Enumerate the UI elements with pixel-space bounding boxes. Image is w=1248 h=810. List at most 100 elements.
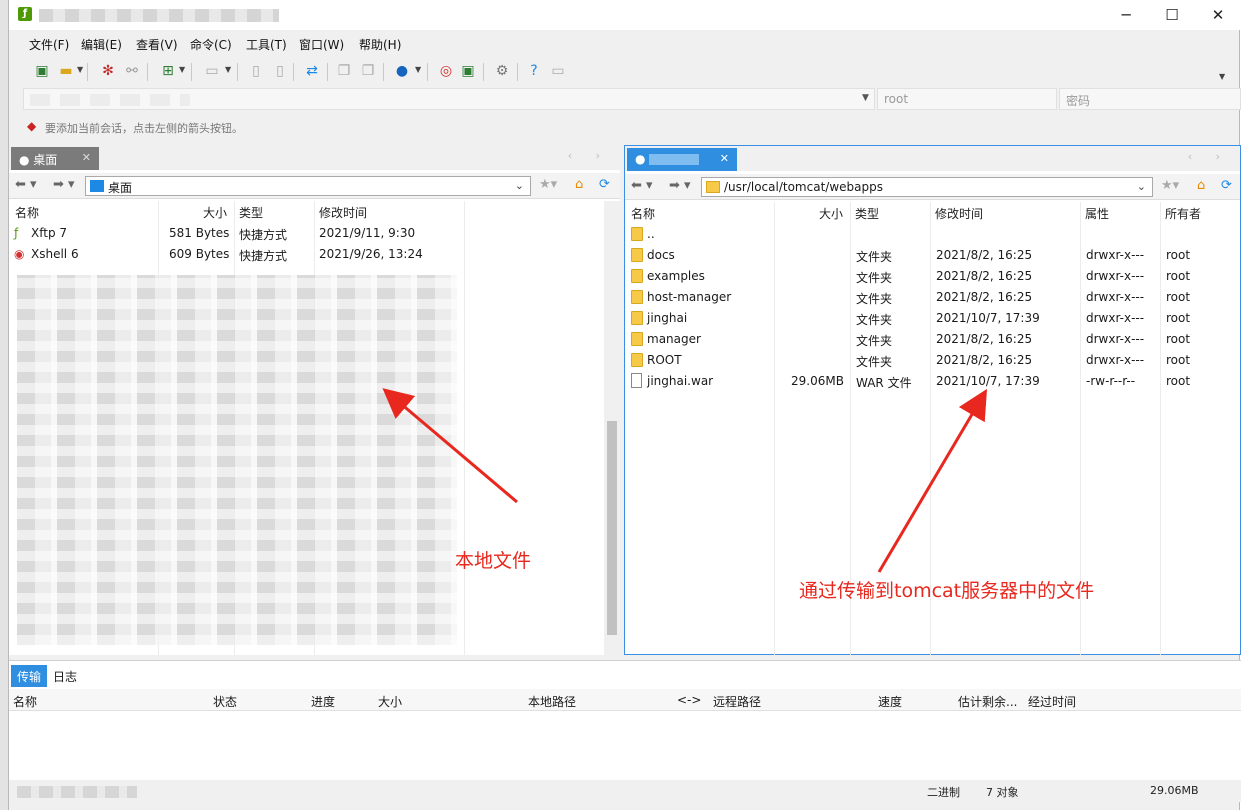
file-owner: root [1166,374,1191,388]
blurred-file-list [17,275,457,645]
col-progress[interactable]: 进度 [311,693,335,710]
reconnect-icon[interactable]: ⚯ [123,62,141,80]
list-item[interactable]: manager 文件夹 2021/8/2, 16:25 drwxr-x--- root [625,329,1240,350]
file-modified: 2021/8/2, 16:25 [936,248,1033,262]
paste-icon[interactable]: ❐ [359,62,377,80]
file-modified: 2021/8/2, 16:25 [936,353,1033,367]
list-item[interactable]: ROOT 文件夹 2021/8/2, 16:25 drwxr-x--- root [625,350,1240,371]
menu-view[interactable]: 查看(V) [136,36,178,53]
back-arrow-icon[interactable]: ⬅ ▾ [631,178,653,193]
file-size: 609 Bytes [169,247,230,261]
refresh-icon[interactable]: ⟳ [1221,178,1232,193]
menu-help[interactable]: 帮助(H) [359,36,401,53]
disconnect-icon[interactable]: ✻ [99,62,117,80]
list-item[interactable]: ƒ Xftp 7 581 Bytes 快捷方式 2021/9/11, 9:30 [9,223,620,244]
menu-command[interactable]: 命令(C) [190,36,232,53]
chat-bubble-icon[interactable]: ▭ [549,62,567,80]
transfer-mode[interactable]: 二进制 [927,784,960,800]
col-name[interactable]: 名称 [13,693,37,710]
col-status[interactable]: 状态 [213,693,237,710]
menu-edit[interactable]: 编辑(E) [81,36,122,53]
col-size[interactable]: 大小 [378,693,402,710]
upload-doc-icon[interactable]: ▯ [247,62,265,80]
list-item[interactable]: jinghai 文件夹 2021/10/7, 17:39 drwxr-x--- root [625,308,1240,329]
copy-icon[interactable]: ❐ [335,62,353,80]
host-input[interactable]: ▼ [23,88,875,110]
refresh-icon[interactable]: ⟳ [599,177,610,192]
favorite-star-icon[interactable]: ★▾ [1161,178,1179,193]
tab-scroll-icons[interactable]: ‹ › [568,149,610,162]
xftp-icon[interactable]: ▣ [459,62,477,80]
col-owner[interactable]: 所有者 [1165,205,1201,222]
close-icon[interactable]: ✕ [720,152,729,165]
tab-local-desktop[interactable]: ● 桌面 ✕ [11,147,99,170]
download-doc-icon[interactable]: ▯ [271,62,289,80]
favorite-star-icon[interactable]: ★▾ [539,177,557,192]
menu-file[interactable]: 文件(F) [29,36,69,53]
col-modified[interactable]: 修改时间 [319,204,367,221]
col-eta[interactable]: 估计剩余... [958,693,1017,710]
file-name: manager [647,332,701,346]
file-type: 文件夹 [856,313,893,327]
back-arrow-icon[interactable]: ⬅ ▾ [15,177,37,192]
tab-scroll-icons[interactable]: ‹ › [1188,150,1230,163]
close-button[interactable]: ✕ [1195,0,1241,30]
col-direction[interactable]: <-> [677,693,701,707]
menu-window[interactable]: 窗口(W) [299,36,344,53]
settings-gear-icon[interactable]: ⚙ [493,62,511,80]
list-item[interactable]: ◉ Xshell 6 609 Bytes 快捷方式 2021/9/26, 13:… [9,244,620,265]
forward-arrow-icon[interactable]: ➡ ▾ [53,177,75,192]
chevron-down-icon[interactable]: ⌄ [1137,180,1146,193]
menu-tools[interactable]: 工具(T) [246,36,287,53]
home-icon[interactable]: ⌂ [575,177,583,192]
terminal-icon[interactable]: ▭ [203,62,221,80]
close-icon[interactable]: ✕ [82,151,91,164]
username-field[interactable]: root [877,88,1057,110]
open-folder-icon[interactable]: ▬ [57,62,75,80]
col-modified[interactable]: 修改时间 [935,205,983,222]
list-item[interactable]: jinghai.war 29.06MB WAR 文件 2021/10/7, 17:39… [625,371,1240,392]
col-type[interactable]: 类型 [239,204,263,221]
remote-path-input[interactable]: /usr/local/tomcat/webapps ⌄ [701,177,1153,197]
tab-log[interactable]: 日志 [47,665,83,687]
maximize-button[interactable]: ☐ [1149,0,1195,30]
new-window-icon[interactable]: ⊞ [159,62,177,80]
transfer-icon[interactable]: ⇄ [303,62,321,80]
add-session-arrow-icon[interactable]: ◆ [27,119,36,133]
col-name[interactable]: 名称 [15,204,39,221]
list-item[interactable]: examples 文件夹 2021/8/2, 16:25 drwxr-x--- root [625,266,1240,287]
host-dropdown-icon[interactable]: ▼ [862,93,869,103]
file-size: 29.06MB [791,374,844,388]
col-type[interactable]: 类型 [855,205,879,222]
col-elapsed[interactable]: 经过时间 [1028,693,1076,710]
file-name: host-manager [647,290,732,304]
file-name: .. [647,227,655,241]
col-local-path[interactable]: 本地路径 [528,693,576,710]
col-remote-path[interactable]: 远程路径 [713,693,761,710]
home-icon[interactable]: ⌂ [1197,178,1205,193]
list-item[interactable]: docs 文件夹 2021/8/2, 16:25 drwxr-x--- root [625,245,1240,266]
tab-remote-session[interactable]: ● ✕ [627,148,737,171]
new-session-icon[interactable]: ▣ [33,62,51,80]
xshell-icon[interactable]: ◎ [437,62,455,80]
chevron-down-icon[interactable]: ⌄ [515,179,524,192]
col-size[interactable]: 大小 [203,204,227,221]
tab-transfer[interactable]: 传输 [11,665,48,687]
annotation-local-files: 本地文件 [455,550,532,572]
col-speed[interactable]: 速度 [878,693,902,710]
help-icon[interactable]: ? [525,62,543,80]
col-attributes[interactable]: 属性 [1085,205,1109,222]
col-name[interactable]: 名称 [631,205,655,222]
local-path-input[interactable]: 桌面 ⌄ [85,176,531,196]
list-item[interactable]: host-manager 文件夹 2021/8/2, 16:25 drwxr-x---… [625,287,1240,308]
list-item[interactable]: .. [625,224,1240,245]
xshell-shortcut-icon: ◉ [14,247,25,261]
col-size[interactable]: 大小 [819,205,843,222]
minimize-button[interactable]: ─ [1103,0,1149,30]
forward-arrow-icon[interactable]: ➡ ▾ [669,178,691,193]
password-field[interactable]: 密码 [1059,88,1241,110]
scroll-thumb[interactable] [607,421,617,635]
local-scrollbar[interactable] [604,201,620,655]
globe-icon[interactable]: ● [393,62,411,80]
file-owner: root [1166,311,1191,325]
